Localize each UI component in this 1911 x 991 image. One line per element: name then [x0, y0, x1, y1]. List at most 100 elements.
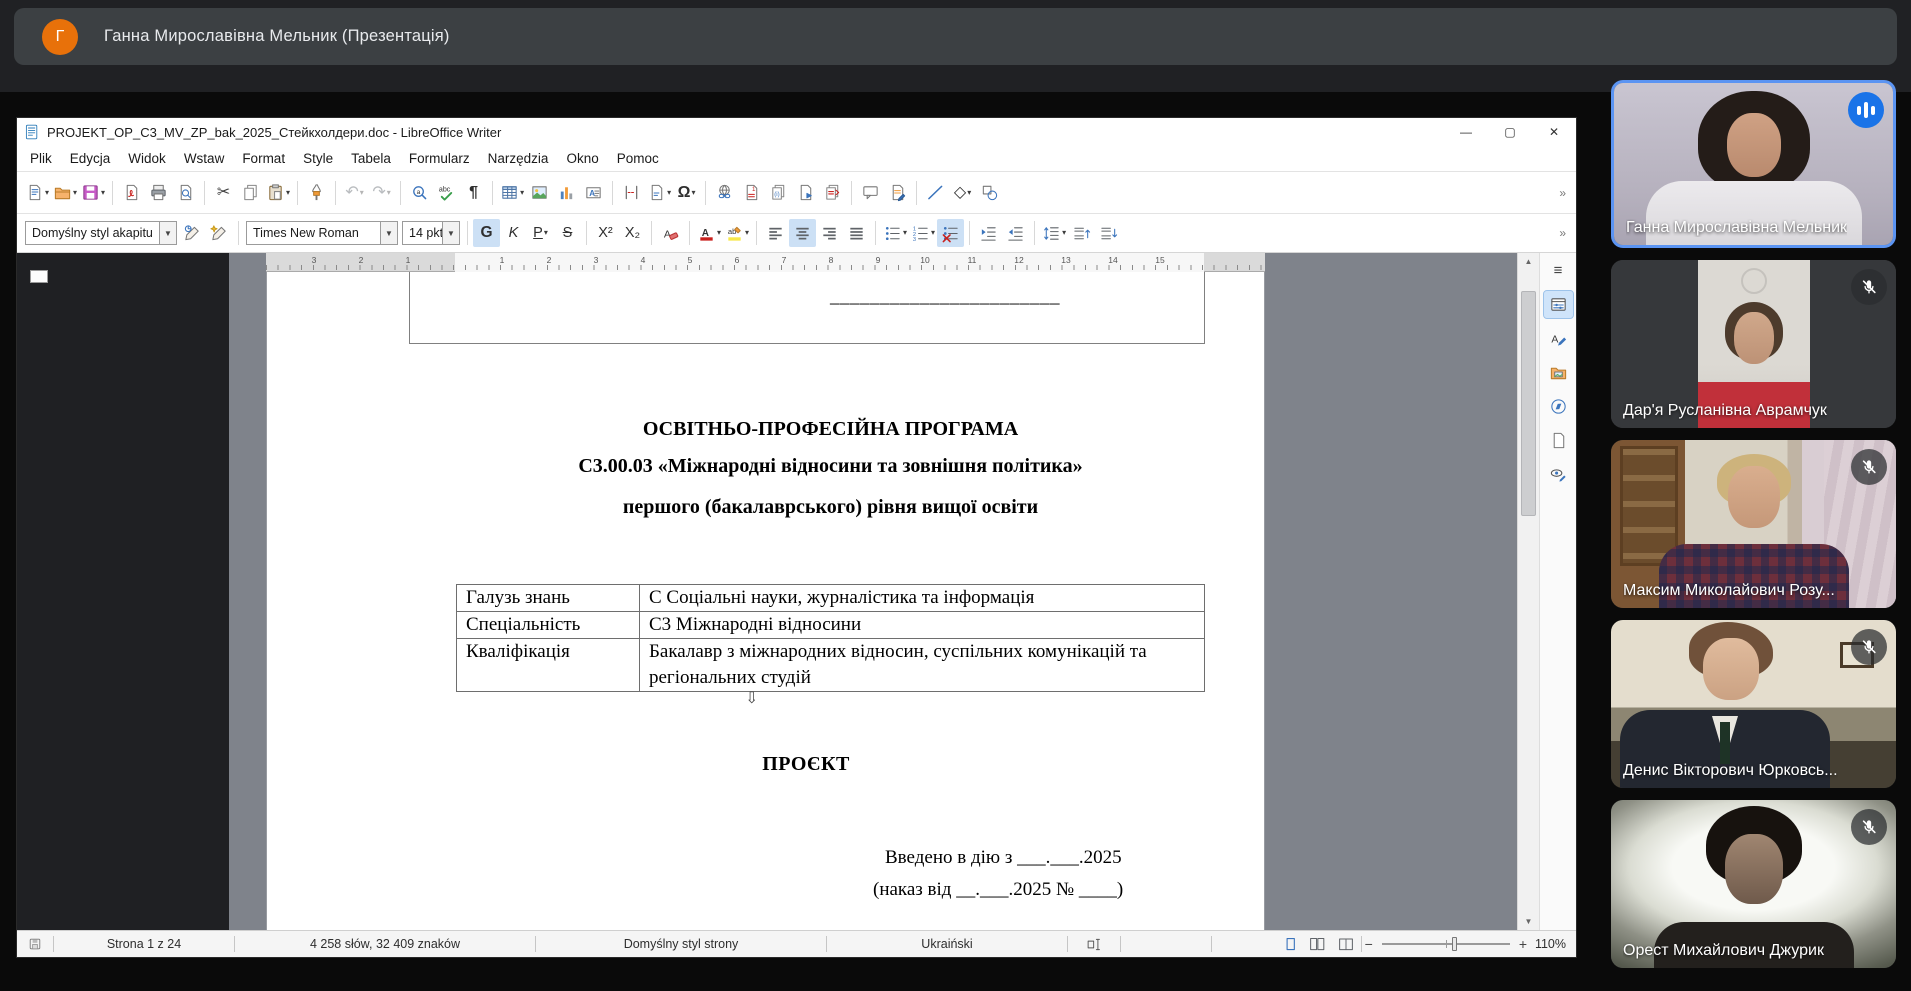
spelling-button[interactable]: abc	[433, 179, 460, 207]
export-pdf-button[interactable]	[118, 179, 145, 207]
insert-text-box-button[interactable]: A	[580, 179, 607, 207]
bullet-list-dropdown-icon[interactable]: ▾	[903, 229, 907, 237]
maximize-button[interactable]: ▢	[1488, 118, 1532, 146]
print-button[interactable]	[145, 179, 172, 207]
copy-button[interactable]	[237, 179, 264, 207]
formatting-marks-button[interactable]: ¶	[460, 179, 487, 207]
new-document-button[interactable]: ▾	[23, 179, 51, 207]
scroll-down-icon[interactable]: ▼	[1518, 913, 1539, 930]
participant-tile[interactable]: Дар'я Русланівна Аврамчук	[1611, 260, 1896, 428]
subscript-button[interactable]: X₂	[619, 219, 646, 247]
paste-button[interactable]: ▾	[264, 179, 292, 207]
align-right-button[interactable]	[816, 219, 843, 247]
underline-button[interactable]: P▾	[527, 219, 554, 247]
text-language[interactable]: Ukraiński	[827, 937, 1067, 951]
superscript-button[interactable]: X²	[592, 219, 619, 247]
sidebar-tab-style-inspector[interactable]	[1544, 461, 1573, 488]
minimize-button[interactable]: —	[1444, 118, 1488, 146]
participant-tile[interactable]: Максим Миколайович Розу...	[1611, 440, 1896, 608]
show-draw-functions-button[interactable]	[976, 179, 1003, 207]
insert-cross-reference-button[interactable]	[819, 179, 846, 207]
zoom-in-button[interactable]: +	[1516, 936, 1530, 952]
participant-tile[interactable]: Орест Михайлович Джурик	[1611, 800, 1896, 968]
horizontal-ruler[interactable]: 321123456789101112131415	[266, 253, 1265, 272]
open-button[interactable]: ▾	[51, 179, 79, 207]
font-color-button[interactable]: A▾	[695, 219, 723, 247]
menu-edycja[interactable]: Edycja	[61, 148, 120, 169]
zoom-out-button[interactable]: −	[1362, 936, 1376, 952]
font-name-combo[interactable]: Times New Roman▼	[246, 221, 398, 245]
paragraph-style-dropdown-icon[interactable]: ▼	[159, 222, 176, 244]
menu-style[interactable]: Style	[294, 148, 342, 169]
presentation-banner[interactable]: Г Ганна Мирославівна Мельник (Презентаці…	[14, 8, 1897, 65]
toolbar-overflow-icon[interactable]: »	[1559, 186, 1570, 200]
line-spacing-button[interactable]: ▾	[1040, 219, 1068, 247]
insert-endnote-button[interactable]: (i)	[765, 179, 792, 207]
page-break-button[interactable]	[618, 179, 645, 207]
sidebar-tab-sidebar-settings[interactable]: ≡	[1544, 257, 1573, 284]
line-spacing-dropdown-icon[interactable]: ▾	[1062, 229, 1066, 237]
bullet-list-button[interactable]: ▾	[881, 219, 909, 247]
close-button[interactable]: ✕	[1532, 118, 1576, 146]
insert-image-button[interactable]	[526, 179, 553, 207]
menu-tabela[interactable]: Tabela	[342, 148, 400, 169]
save-dropdown-icon[interactable]: ▾	[101, 189, 105, 197]
decrease-paragraph-spacing-button[interactable]	[1095, 219, 1122, 247]
print-preview-button[interactable]	[172, 179, 199, 207]
highlight-color-button[interactable]: ab▾	[723, 219, 751, 247]
zoom-slider-handle[interactable]	[1452, 937, 1457, 951]
insert-comment-button[interactable]	[857, 179, 884, 207]
save-button[interactable]: ▾	[79, 179, 107, 207]
page-count[interactable]: Strona 1 z 24	[54, 937, 234, 951]
sidebar-tab-properties[interactable]	[1544, 291, 1573, 318]
no-list-button[interactable]	[937, 219, 964, 247]
increase-paragraph-spacing-button[interactable]	[1068, 219, 1095, 247]
insert-field-button[interactable]: ▾	[645, 179, 673, 207]
new-style-button[interactable]	[206, 219, 233, 247]
font-name-dropdown-icon[interactable]: ▼	[380, 222, 397, 244]
view-single-page-icon[interactable]	[1279, 936, 1303, 953]
align-left-button[interactable]	[762, 219, 789, 247]
paste-dropdown-icon[interactable]: ▾	[286, 189, 290, 197]
insert-table-button[interactable]: ▾	[498, 179, 526, 207]
underline-dropdown-icon[interactable]: ▾	[544, 229, 548, 237]
numbered-list-button[interactable]: 123▾	[909, 219, 937, 247]
window-titlebar[interactable]: PROJEKT_OP_C3_MV_ZP_bak_2025_Стейкхолдер…	[17, 118, 1576, 146]
scroll-up-icon[interactable]: ▲	[1518, 253, 1539, 270]
insert-field-dropdown-icon[interactable]: ▾	[667, 189, 671, 197]
italic-button[interactable]: K	[500, 219, 527, 247]
menu-pomoc[interactable]: Pomoc	[608, 148, 668, 169]
insert-hyperlink-button[interactable]	[711, 179, 738, 207]
toolbar-overflow-icon[interactable]: »	[1559, 226, 1570, 240]
basic-shapes-dropdown-icon[interactable]: ▾	[967, 189, 971, 197]
scrollbar-thumb[interactable]	[1521, 291, 1536, 516]
align-center-button[interactable]	[789, 219, 816, 247]
font-size-combo[interactable]: 14 pkt▼	[402, 221, 460, 245]
insert-chart-button[interactable]	[553, 179, 580, 207]
increase-indent-button[interactable]	[975, 219, 1002, 247]
zoom-slider[interactable]	[1382, 936, 1510, 952]
find-replace-button[interactable]: a	[406, 179, 433, 207]
document-page[interactable]: _______________________ ОСВІТНЬО-ПРОФЕСІ…	[266, 272, 1265, 930]
update-style-button[interactable]	[179, 219, 206, 247]
paragraph-style-combo[interactable]: Domyślny styl akapitu▼	[25, 221, 177, 245]
document-canvas[interactable]: 321123456789101112131415 _______________…	[229, 253, 1517, 930]
menu-narzędzia[interactable]: Narzędzia	[479, 148, 558, 169]
insert-footnote-button[interactable]: 1	[738, 179, 765, 207]
bold-button[interactable]: G	[473, 219, 500, 247]
cut-button[interactable]: ✂	[210, 179, 237, 207]
menu-widok[interactable]: Widok	[119, 148, 175, 169]
sidebar-tab-page[interactable]	[1544, 427, 1573, 454]
redo-dropdown-icon[interactable]: ▾	[387, 189, 391, 197]
menu-format[interactable]: Format	[233, 148, 294, 169]
special-character-button[interactable]: Ω▾	[673, 179, 700, 207]
word-count[interactable]: 4 258 słów, 32 409 znaków	[235, 937, 535, 951]
decrease-indent-button[interactable]	[1002, 219, 1029, 247]
menu-okno[interactable]: Okno	[557, 148, 607, 169]
insert-line-button[interactable]	[922, 179, 949, 207]
open-dropdown-icon[interactable]: ▾	[73, 189, 77, 197]
sidebar-tab-navigator[interactable]	[1544, 393, 1573, 420]
undo-button[interactable]: ↶▾	[341, 179, 368, 207]
redo-button[interactable]: ↷▾	[368, 179, 395, 207]
view-multi-page-icon[interactable]	[1303, 936, 1331, 953]
